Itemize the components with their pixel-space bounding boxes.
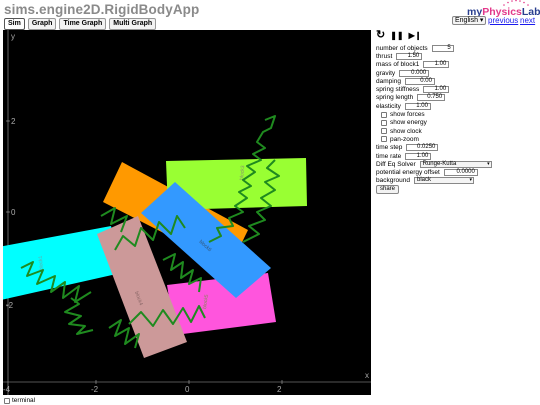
param-background: background black [376,177,536,185]
thrust-input[interactable]: 1.50 [396,52,423,60]
simulation-svg: x y -4 -2 0 2 2 0 -2 block5 block3 block… [3,30,371,395]
spring-stiffness-label: spring stiffness [376,86,420,94]
damping-label: damping [376,77,401,85]
param-elasticity: elasticity 1.00 [376,102,536,110]
background-label: background [376,177,410,185]
gravity-label: gravity [376,69,396,77]
param-gravity: gravity 0.000 [376,69,536,77]
share-button[interactable]: share [376,185,400,195]
previous-link[interactable]: previous [488,16,518,25]
next-link[interactable]: next [520,16,535,25]
step-icon[interactable]: ▶❙ [409,30,422,41]
diff-eq-solver-value: Runge-Kutta [422,160,457,167]
y-axis-label: y [11,32,15,41]
time-rate-input[interactable]: 1.00 [405,152,432,160]
pan-zoom-checkbox[interactable] [381,136,387,143]
show-forces-toggle[interactable]: show forces [376,110,536,118]
pause-icon[interactable]: ❚❚ [390,30,403,41]
view-tabs: Sim Graph Time Graph Multi Graph [4,18,157,30]
playback-controls: ↻ ❚❚ ▶❙ [376,29,536,41]
x-tick-label: -4 [3,385,11,394]
elasticity-label: elasticity [376,102,401,110]
tab-time-graph[interactable]: Time Graph [59,18,107,30]
show-energy-label: show energy [390,119,427,127]
show-energy-checkbox[interactable] [381,119,387,126]
param-potential-energy-offset: potential energy offset 0.0000 [376,168,536,177]
spring [64,297,94,335]
language-select[interactable]: English ▾ [452,16,487,25]
param-thrust: thrust 1.50 [376,52,536,60]
time-step-input[interactable]: 0.0250 [406,144,439,152]
param-number-of-objects: number of objects 5 [376,44,536,52]
time-rate-label: time rate [376,152,402,160]
background-value: black [416,177,431,184]
param-time-step: time step 0.0250 [376,144,536,152]
gravity-input[interactable]: 0.000 [399,69,430,77]
y-tick-label: 2 [11,117,16,126]
time-step-label: time step [376,144,403,152]
logo-dots [503,0,529,6]
thrust-label: thrust [376,52,393,60]
elasticity-input[interactable]: 1.00 [404,102,431,110]
spring-length-input[interactable]: 0.750 [417,94,446,102]
param-mass-of-block1: mass of block1 1.00 [376,61,536,69]
y-tick-label: 0 [11,208,16,217]
language-value: English [455,17,478,24]
terminal-checkbox[interactable] [4,397,10,404]
param-diff-eq-solver: Diff Eq Solver Runge-Kutta [376,160,536,168]
show-clock-label: show clock [390,127,422,135]
y-tick-label: -2 [6,301,14,310]
terminal-toggle[interactable]: terminal [4,397,35,404]
x-tick-label: 2 [277,385,282,394]
control-panel: ↻ ❚❚ ▶❙ number of objects 5 thrust 1.50 … [376,29,536,195]
param-spring-length: spring length 0.750 [376,94,536,102]
mass-of-block1-input[interactable]: 1.00 [423,61,450,69]
param-time-rate: time rate 1.00 [376,152,536,160]
terminal-label: terminal [12,397,36,404]
x-tick-label: 0 [185,385,190,394]
tab-multi-graph[interactable]: Multi Graph [109,18,157,30]
param-damping: damping 0.00 [376,77,536,85]
x-tick-label: -2 [91,385,99,394]
number-of-objects-label: number of objects [376,44,428,52]
app-title: sims.engine2D.RigidBodyApp [4,2,200,17]
pan-zoom-label: pan-zoom [390,135,419,143]
mass-of-block1-label: mass of block1 [376,61,420,69]
background-select[interactable]: black [413,177,474,185]
share-row: share [376,185,536,195]
pan-zoom-toggle[interactable]: pan-zoom [376,135,536,143]
potential-energy-offset-input[interactable]: 0.0000 [443,169,478,177]
show-forces-checkbox[interactable] [381,111,387,118]
spring-stiffness-input[interactable]: 1.00 [423,86,450,94]
show-clock-checkbox[interactable] [381,128,387,135]
restart-icon[interactable]: ↻ [376,29,385,41]
block1-label: block1 [38,255,45,270]
show-forces-label: show forces [390,111,425,119]
potential-energy-offset-label: potential energy offset [376,169,440,177]
show-clock-toggle[interactable]: show clock [376,127,536,135]
diff-eq-solver-label: Diff Eq Solver [376,160,416,168]
tab-graph[interactable]: Graph [27,18,57,30]
simulation-canvas[interactable]: x y -4 -2 0 2 2 0 -2 block5 block3 block… [3,30,371,395]
number-of-objects-input[interactable]: 5 [431,44,454,52]
myphysicslab-logo[interactable]: myPhysicsLab.com [467,0,540,18]
damping-input[interactable]: 0.00 [404,77,435,85]
param-spring-stiffness: spring stiffness 1.00 [376,85,536,94]
x-axis-label: x [365,371,369,380]
tab-sim[interactable]: Sim [4,18,25,30]
show-energy-toggle[interactable]: show energy [376,119,536,127]
diff-eq-solver-select[interactable]: Runge-Kutta [419,160,492,168]
spring-length-label: spring length [376,94,414,102]
